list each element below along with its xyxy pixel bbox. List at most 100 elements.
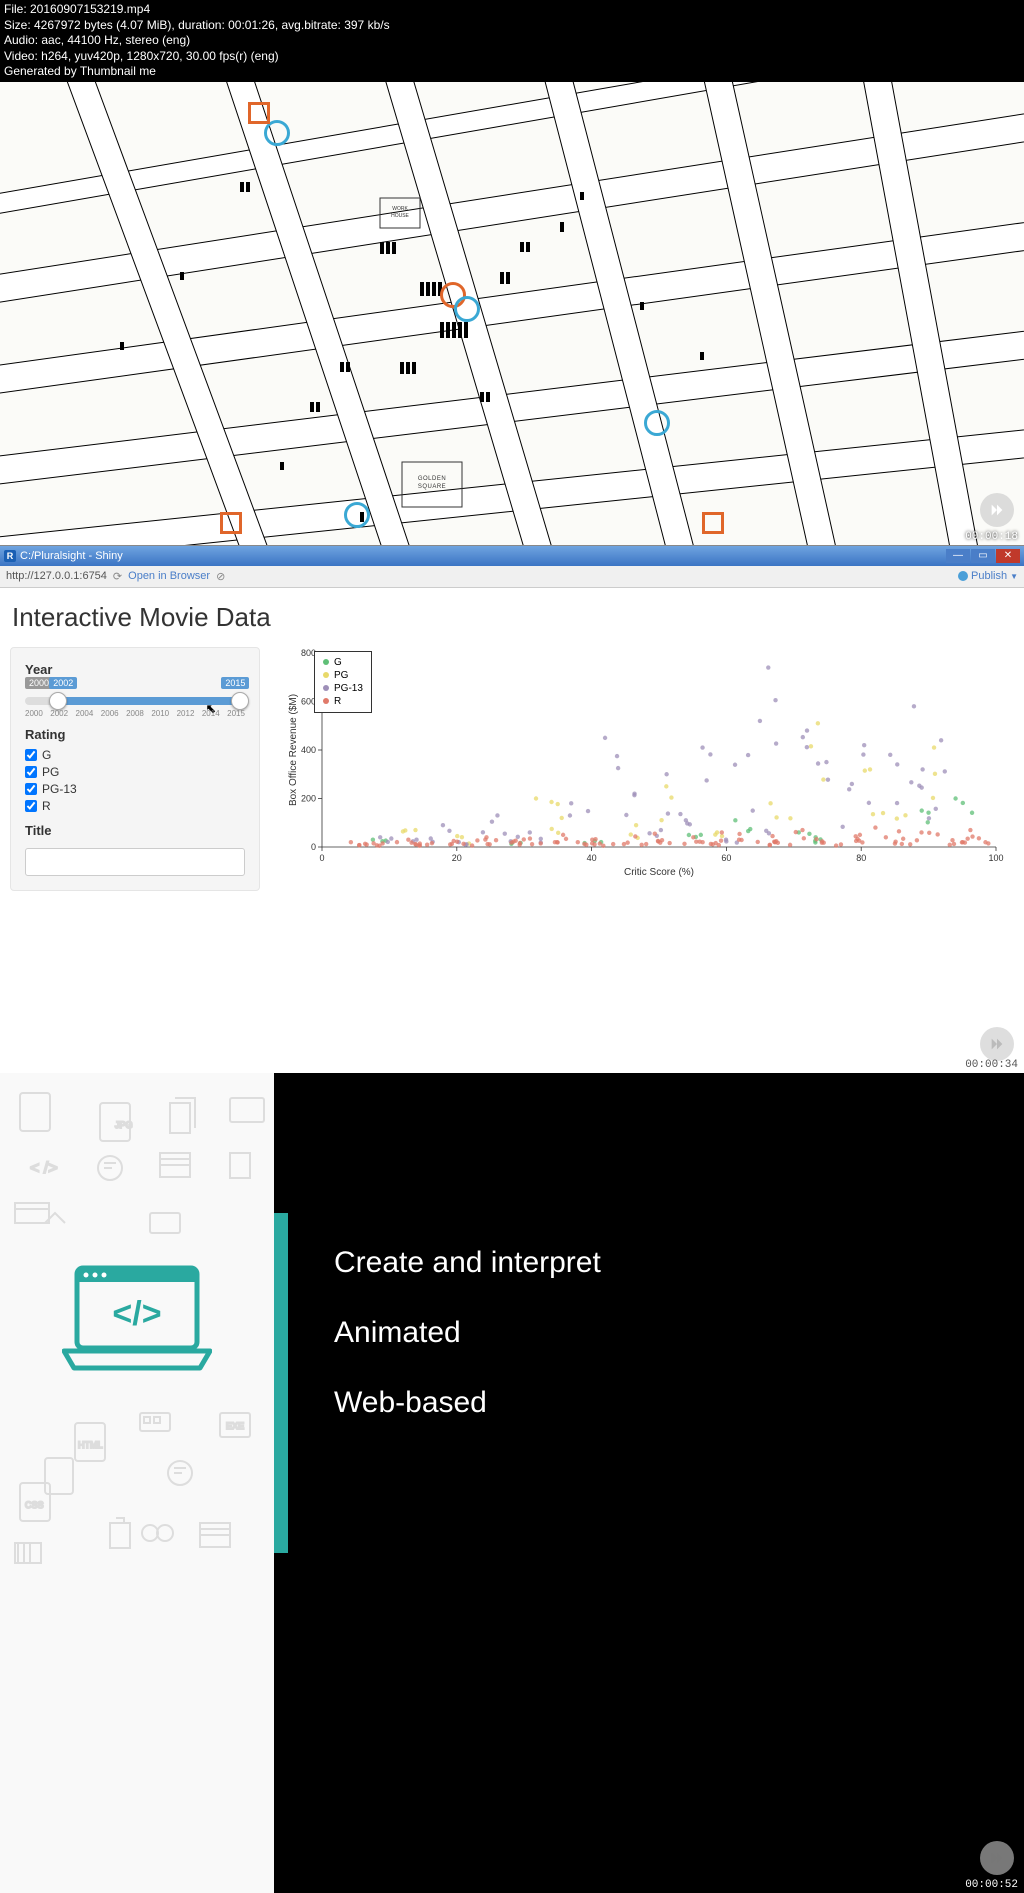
year-label: Year	[25, 662, 245, 677]
chart-svg: 0200400600800020406080100Critic Score (%…	[278, 647, 1014, 877]
slide-thumbnail: JPG < /> CSS HTML EXE	[0, 1073, 1024, 1893]
title-search-input[interactable]	[25, 848, 245, 876]
year-slider[interactable]: 2000 2002 2015 ⬉ 20002002200420062008201…	[25, 683, 245, 719]
close-button[interactable]: ✕	[996, 549, 1020, 563]
svg-text:JPG: JPG	[115, 1120, 133, 1130]
svg-text:HOUSE: HOUSE	[391, 213, 409, 219]
timestamp-mid: 00:00:34	[965, 1059, 1018, 1071]
slide-line-3: Web-based	[334, 1373, 601, 1433]
svg-text:20: 20	[452, 853, 462, 863]
slide-line-2: Animated	[334, 1303, 601, 1363]
page-title: Interactive Movie Data	[12, 602, 1014, 633]
stop-icon[interactable]: ⊘	[216, 570, 225, 583]
svg-text:< />: < />	[30, 1160, 58, 1177]
open-in-browser-link[interactable]: Open in Browser	[128, 570, 210, 582]
svg-text:HTML: HTML	[78, 1440, 103, 1450]
pump-marker-sq-bl	[220, 512, 242, 534]
slide-right-content: Create and interpret Animated Web-based …	[274, 1073, 1024, 1893]
video-metadata-header: File: 20160907153219.mp4 Size: 4267972 b…	[0, 0, 1024, 82]
chart-legend: GPGPG-13R	[314, 651, 372, 713]
checkbox[interactable]	[25, 766, 37, 778]
rating-label-text: PG	[42, 765, 59, 779]
svg-text:400: 400	[301, 745, 316, 755]
slide-text: Create and interpret Animated Web-based	[334, 1233, 601, 1443]
sidebar-panel: Year 2000 2002 2015 ⬉ 200020022004200620…	[10, 647, 260, 891]
pump-marker-blue-center	[454, 296, 480, 322]
slider-from-tip: 2002	[49, 677, 77, 689]
scatter-chart: 0200400600800020406080100Critic Score (%…	[278, 647, 1014, 877]
publish-label: Publish	[971, 570, 1007, 582]
pump-marker-orange-sq	[248, 102, 270, 124]
svg-text:WORK: WORK	[392, 206, 408, 212]
svg-text:100: 100	[988, 853, 1003, 863]
slider-ticks: 200020022004200620082010201220142015	[25, 709, 245, 718]
chevron-down-icon: ▼	[1010, 572, 1018, 581]
timestamp: 00:00:18	[965, 531, 1018, 543]
publish-icon	[958, 571, 968, 581]
play-forward-icon	[989, 1850, 1005, 1866]
minimize-button[interactable]: —	[946, 549, 970, 563]
size-line: Size: 4267972 bytes (4.07 MiB), duration…	[4, 18, 1020, 34]
refresh-icon[interactable]: ⟳	[113, 570, 122, 583]
slider-handle-to[interactable]	[231, 692, 249, 710]
slider-handle-from[interactable]	[49, 692, 67, 710]
slide-line-1: Create and interpret	[334, 1233, 601, 1293]
play-forward-icon	[989, 1036, 1005, 1052]
slider-to-tip: 2015	[221, 677, 249, 689]
map-thumbnail: GOLDEN SQUARE WORK HOUSE 00:00:18	[0, 82, 1024, 546]
svg-text:GOLDEN: GOLDEN	[418, 476, 446, 482]
audio-line: Audio: aac, 44100 Hz, stereo (eng)	[4, 33, 1020, 49]
svg-text:0: 0	[319, 853, 324, 863]
svg-text:</>: </>	[112, 1295, 161, 1333]
rating-label-text: PG-13	[42, 782, 77, 796]
url-toolbar: http://127.0.0.1:6754 ⟳ Open in Browser …	[0, 566, 1024, 588]
rating-label-text: G	[42, 748, 51, 762]
play-forward-icon	[989, 502, 1005, 518]
rstudio-icon: R	[4, 550, 16, 562]
window-title-text: C:/Pluralsight - Shiny	[20, 550, 123, 562]
window-buttons: — ▭ ✕	[946, 549, 1020, 563]
play-button[interactable]	[980, 493, 1014, 527]
play-button-end[interactable]	[980, 1841, 1014, 1875]
svg-text:40: 40	[587, 853, 597, 863]
pattern-bg: JPG < /> CSS HTML EXE	[0, 1073, 274, 1893]
window-titlebar: R C:/Pluralsight - Shiny — ▭ ✕	[0, 546, 1024, 566]
svg-text:EXE: EXE	[226, 1421, 244, 1431]
checkbox[interactable]	[25, 800, 37, 812]
shiny-app-thumbnail: Interactive Movie Data Year 2000 2002 20…	[0, 588, 1024, 1073]
title-search-label: Title	[25, 823, 245, 838]
svg-text:CSS: CSS	[25, 1500, 44, 1510]
rating-label: Rating	[25, 727, 245, 742]
pump-marker-blue-bottom	[344, 502, 370, 528]
svg-text:200: 200	[301, 793, 316, 803]
legend-item: G	[323, 656, 363, 669]
pump-marker-sq-br	[702, 512, 724, 534]
publish-button[interactable]: Publish ▼	[958, 570, 1018, 582]
maximize-button[interactable]: ▭	[971, 549, 995, 563]
map-svg: GOLDEN SQUARE WORK HOUSE	[0, 82, 1024, 546]
slide-left-pattern: JPG < /> CSS HTML EXE	[0, 1073, 274, 1893]
rating-check-PG-13[interactable]: PG-13	[25, 782, 245, 796]
checkbox[interactable]	[25, 783, 37, 795]
file-line: File: 20160907153219.mp4	[4, 2, 1020, 18]
video-line: Video: h264, yuv420p, 1280x720, 30.00 fp…	[4, 49, 1020, 65]
legend-item: PG-13	[323, 682, 363, 695]
timestamp-end: 00:00:52	[965, 1879, 1018, 1891]
pump-marker-blue-right	[644, 410, 670, 436]
checkbox[interactable]	[25, 749, 37, 761]
rating-check-G[interactable]: G	[25, 748, 245, 762]
rating-label-text: R	[42, 799, 51, 813]
window-title: R C:/Pluralsight - Shiny	[4, 550, 123, 562]
svg-text:80: 80	[856, 853, 866, 863]
play-button-mid[interactable]	[980, 1027, 1014, 1061]
rating-check-PG[interactable]: PG	[25, 765, 245, 779]
url-text: http://127.0.0.1:6754	[6, 570, 107, 582]
rating-check-R[interactable]: R	[25, 799, 245, 813]
svg-text:60: 60	[721, 853, 731, 863]
svg-text:0: 0	[311, 842, 316, 852]
svg-text:SQUARE: SQUARE	[418, 484, 446, 490]
accent-bar	[274, 1213, 288, 1553]
generated-line: Generated by Thumbnail me	[4, 64, 1020, 80]
laptop-code-icon: </>	[62, 1263, 212, 1373]
svg-text:Critic Score (%): Critic Score (%)	[624, 867, 694, 877]
